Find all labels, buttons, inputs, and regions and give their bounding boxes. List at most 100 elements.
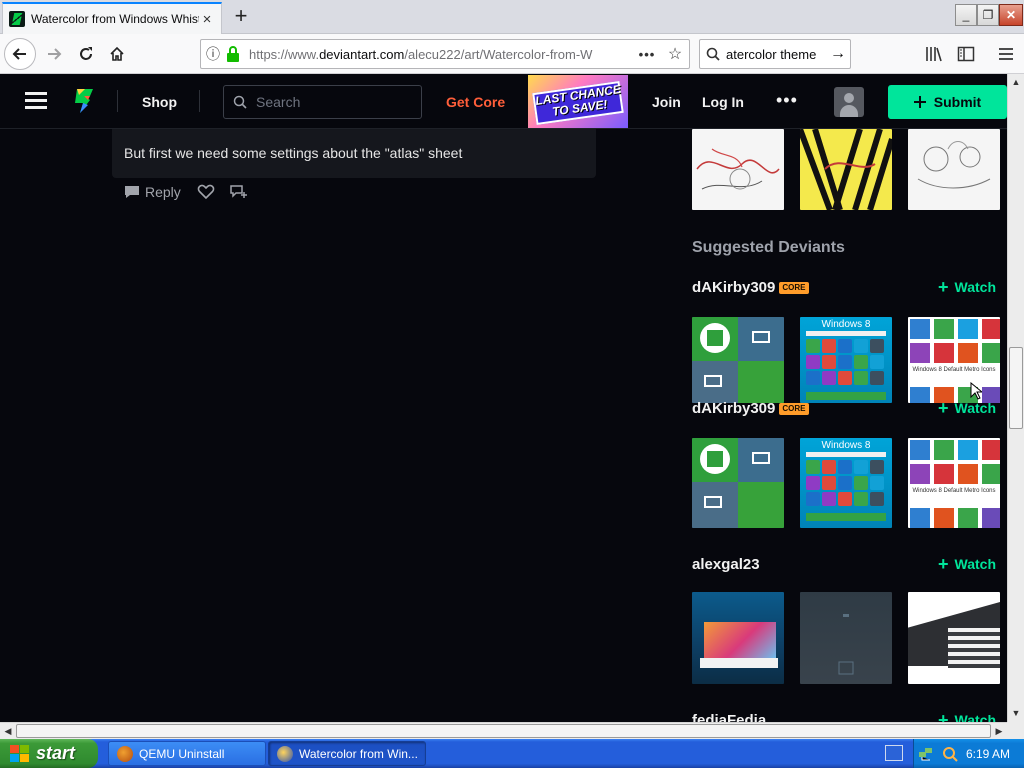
- heart-icon[interactable]: [197, 184, 215, 200]
- deviation-thumbnail[interactable]: [692, 129, 784, 210]
- mouse-cursor-icon: [970, 382, 982, 400]
- reply-button[interactable]: Reply: [124, 184, 181, 200]
- keyboard-icon[interactable]: [885, 745, 903, 761]
- deviation-thumbnail[interactable]: Windows 8 Default Metro Icons: [908, 317, 1000, 403]
- windows-logo-icon: [700, 444, 730, 474]
- site-search-input[interactable]: [256, 94, 406, 110]
- site-info-icon[interactable]: ⓘ: [201, 44, 225, 64]
- taskbar-item-qemu[interactable]: QEMU Uninstall: [108, 741, 266, 766]
- horizontal-scrollbar[interactable]: ◀ ▶: [0, 722, 1007, 739]
- plus-icon: +: [938, 398, 949, 418]
- reaction-icon[interactable]: [229, 184, 249, 200]
- vertical-scroll-thumb[interactable]: [1009, 347, 1023, 429]
- sidebar-toggle-button[interactable]: [950, 38, 982, 70]
- scroll-down-arrow-icon[interactable]: ▼: [1008, 705, 1024, 721]
- scroll-left-arrow-icon[interactable]: ◀: [0, 723, 16, 739]
- w8-header: Windows 8: [821, 440, 871, 451]
- taskbar-item-browser[interactable]: Watercolor from Win...: [268, 741, 426, 766]
- deviant-name[interactable]: dAKirby309 CORE: [692, 400, 809, 417]
- address-bar[interactable]: ⓘ https://www.deviantart.com/alecu222/ar…: [200, 39, 690, 69]
- hamburger-menu-button[interactable]: [990, 38, 1022, 70]
- menu-icon: [999, 48, 1013, 60]
- watch-label: Watch: [954, 556, 996, 572]
- deviation-thumbnail[interactable]: [800, 592, 892, 684]
- deviation-thumbnail[interactable]: [908, 129, 1000, 210]
- back-arrow-icon: [12, 48, 26, 60]
- browser-app-icon: [277, 745, 293, 762]
- forward-button[interactable]: [38, 38, 70, 70]
- search-icon: [700, 47, 726, 61]
- horizontal-scroll-thumb[interactable]: [16, 724, 991, 738]
- system-tray: 6:19 AM: [913, 739, 1024, 768]
- page-actions-button[interactable]: •••: [633, 47, 661, 62]
- browser-search-box[interactable]: atercolor theme →: [699, 39, 851, 69]
- get-core-link[interactable]: Get Core: [446, 94, 505, 110]
- search-tray-icon[interactable]: [942, 746, 958, 762]
- maximize-button[interactable]: ❐: [977, 4, 999, 26]
- deviation-thumbnail[interactable]: [908, 592, 1000, 684]
- watch-button[interactable]: + Watch: [938, 711, 996, 722]
- reply-label: Reply: [145, 184, 181, 200]
- watch-button[interactable]: + Watch: [938, 398, 996, 418]
- url-text: https://www.deviantart.com/alecu222/art/…: [249, 46, 593, 62]
- start-label: start: [36, 743, 76, 763]
- submit-label: Submit: [933, 94, 982, 110]
- deviantart-logo-icon[interactable]: [73, 87, 95, 115]
- reload-icon: [80, 47, 92, 60]
- search-icon: [224, 95, 256, 109]
- sketch-art: [917, 141, 991, 189]
- deviant-name[interactable]: dAKirby309 CORE: [692, 279, 809, 296]
- lock-icon: [225, 45, 243, 63]
- metro-caption: Windows 8 Default Metro Icons: [912, 488, 996, 494]
- browser-tab[interactable]: Watercolor from Windows Whistler ×: [2, 2, 222, 34]
- submit-button[interactable]: Submit: [888, 85, 1007, 119]
- deviant-username: dAKirby309: [692, 400, 776, 417]
- deviation-thumbnail[interactable]: [692, 317, 784, 403]
- web-page: Shop Get Core LAST CHANCE TO SAVE! Join …: [0, 74, 1007, 722]
- start-button[interactable]: start: [0, 739, 98, 768]
- scrollbar-corner: [1007, 722, 1024, 739]
- deviant-name[interactable]: fediaFedia: [692, 712, 766, 722]
- deviant-username: dAKirby309: [692, 279, 776, 296]
- windows-logo-icon: [700, 323, 730, 353]
- join-link[interactable]: Join: [652, 94, 681, 110]
- core-badge: CORE: [779, 281, 809, 294]
- deviation-thumbnail[interactable]: Windows 8 Default Metro Icons: [908, 438, 1000, 528]
- close-window-button[interactable]: ✕: [999, 4, 1023, 26]
- watch-label: Watch: [954, 712, 996, 722]
- deviation-thumbnail[interactable]: [692, 592, 784, 684]
- site-menu-icon[interactable]: [25, 92, 47, 110]
- more-menu-button[interactable]: •••: [776, 90, 798, 111]
- deviation-thumbnail[interactable]: [692, 438, 784, 528]
- deviation-thumbnail[interactable]: Windows 8: [800, 317, 892, 403]
- deviation-thumbnail[interactable]: Windows 8: [800, 438, 892, 528]
- new-tab-button[interactable]: +: [228, 4, 254, 30]
- reload-button[interactable]: [70, 38, 102, 70]
- screen: Watercolor from Windows Whistler × + _ ❐…: [0, 0, 1024, 768]
- login-link[interactable]: Log In: [702, 94, 744, 110]
- watch-button[interactable]: + Watch: [938, 278, 996, 296]
- shop-link[interactable]: Shop: [142, 94, 177, 110]
- back-button[interactable]: [4, 38, 36, 70]
- taskbar-item-label: QEMU Uninstall: [139, 746, 225, 761]
- vertical-scrollbar[interactable]: ▲ ▼: [1007, 74, 1024, 722]
- scroll-right-arrow-icon[interactable]: ▶: [991, 723, 1007, 739]
- avatar[interactable]: [834, 87, 864, 117]
- home-button[interactable]: [101, 38, 133, 70]
- scroll-up-arrow-icon[interactable]: ▲: [1008, 74, 1024, 90]
- taskbar: start QEMU Uninstall Watercolor from Win…: [0, 739, 1024, 768]
- site-search[interactable]: [223, 85, 422, 119]
- network-icon[interactable]: [918, 746, 934, 762]
- search-go-icon[interactable]: →: [826, 45, 850, 63]
- promo-banner[interactable]: LAST CHANCE TO SAVE!: [528, 75, 628, 128]
- bookmark-star-icon[interactable]: ☆: [661, 44, 689, 64]
- sidebar-icon: [957, 46, 975, 62]
- deviant-name[interactable]: alexgal23: [692, 556, 760, 573]
- minimize-button[interactable]: _: [955, 4, 977, 26]
- deviation-thumbnail[interactable]: [800, 129, 892, 210]
- tab-close-icon[interactable]: ×: [199, 11, 215, 28]
- comment-text: But first we need some settings about th…: [124, 145, 463, 161]
- library-button[interactable]: [918, 38, 950, 70]
- watch-button[interactable]: + Watch: [938, 555, 996, 573]
- plus-icon: [913, 96, 926, 108]
